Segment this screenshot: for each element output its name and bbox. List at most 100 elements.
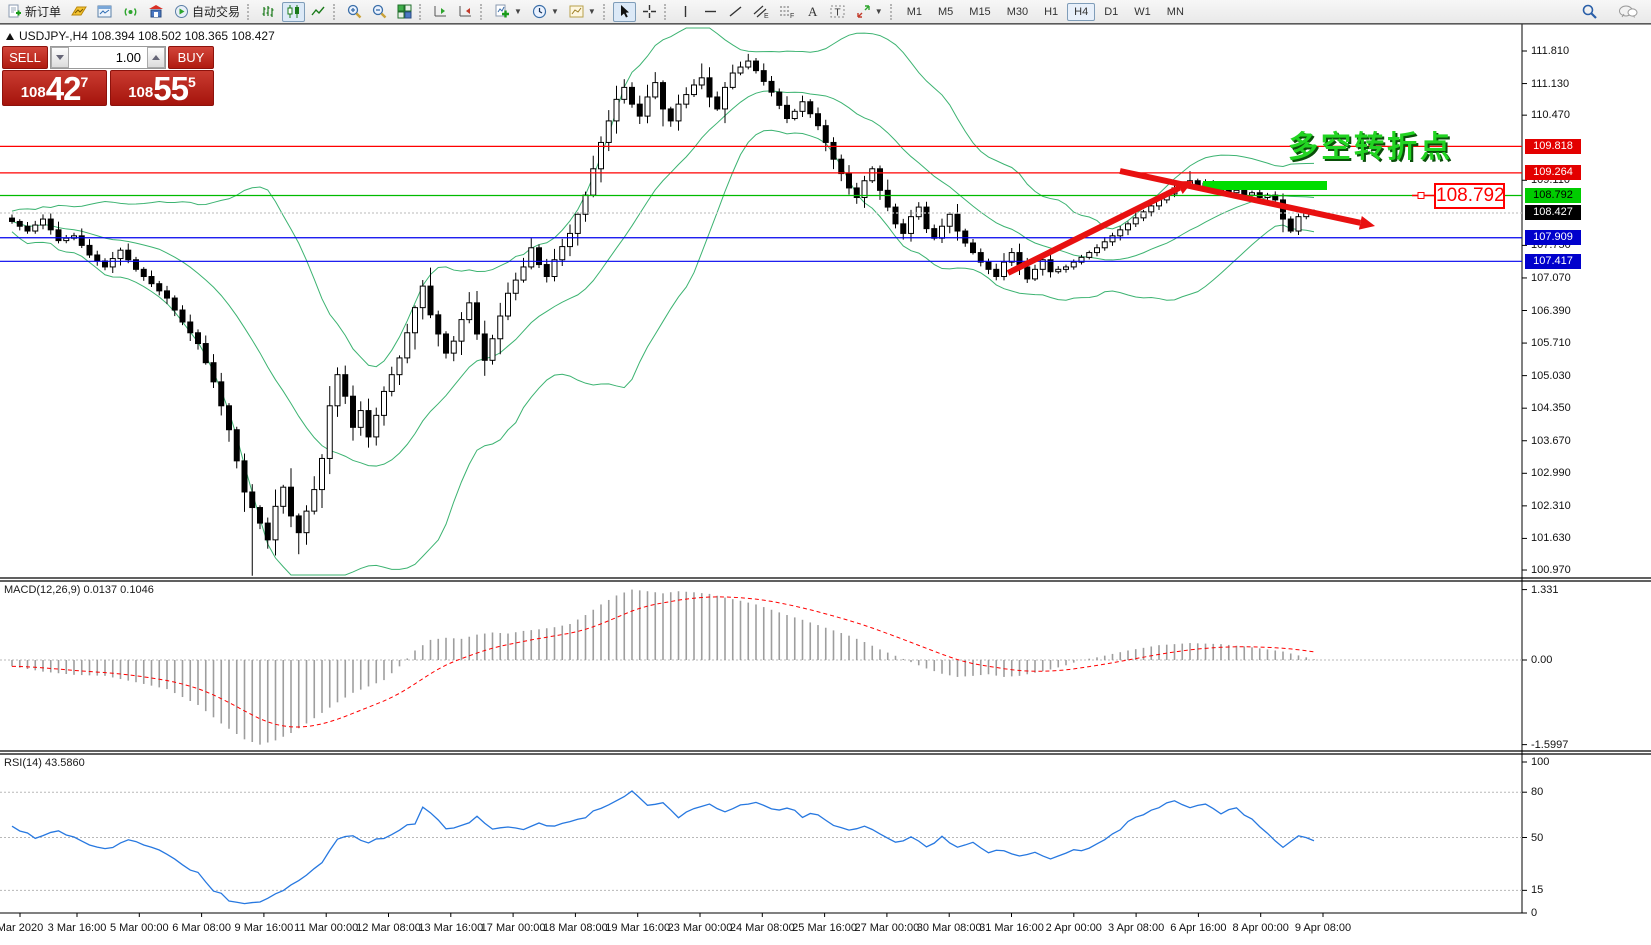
timeframe-d1-button[interactable]: D1: [1097, 3, 1125, 21]
new-order-label: 新订单: [25, 3, 61, 20]
time-tick-label: 27 Mar 00:00: [854, 922, 919, 934]
toolbar-separator: [480, 4, 487, 20]
market-icon: [148, 4, 164, 19]
templates-button[interactable]: ▼: [565, 2, 600, 22]
price-line-badge: 109.818: [1525, 139, 1581, 154]
time-tick-label: 12 Mar 08:00: [356, 922, 421, 934]
vline-icon: [678, 4, 693, 19]
trendline-button[interactable]: [724, 2, 747, 22]
volume-increase-button[interactable]: [147, 47, 165, 68]
fibonacci-button[interactable]: F: [775, 2, 799, 22]
shapes-icon: [856, 4, 871, 19]
toolbar-right: [1576, 2, 1649, 22]
search-button[interactable]: [1577, 2, 1602, 22]
time-tick-label: 23 Mar 00:00: [668, 922, 733, 934]
candlestick-chart-button[interactable]: [282, 2, 305, 22]
mt4-window: 新订单自动交易▼▼▼EFAT▼M1M5M15M30H1H4D1W1MN USDJ…: [0, 0, 1651, 945]
zoom-out-button[interactable]: [368, 2, 391, 22]
volume-input[interactable]: 1.00: [69, 47, 147, 68]
timeframe-m5-button[interactable]: M5: [931, 3, 960, 21]
channel-icon: E: [753, 4, 769, 19]
periods-button[interactable]: ▼: [528, 2, 563, 22]
hline-icon: [703, 4, 718, 19]
sell-price-big: 42: [46, 74, 81, 104]
clock-icon: [532, 4, 547, 19]
toolbar-separator: [664, 4, 671, 20]
timeframe-m30-button[interactable]: M30: [1000, 3, 1035, 21]
time-tick-label: 31 Mar 16:00: [979, 922, 1044, 934]
chart-annotations: [1008, 171, 1434, 273]
chart-shift-button[interactable]: [454, 2, 477, 22]
timeframe-h4-button[interactable]: H4: [1067, 3, 1095, 21]
macd-scale-label: 1.331: [1531, 584, 1559, 596]
auto-scroll-button[interactable]: [429, 2, 452, 22]
equidistant-channel-button[interactable]: E: [749, 2, 773, 22]
indicator-icon: [494, 4, 510, 19]
timeframe-m15-button[interactable]: M15: [962, 3, 997, 21]
time-tick-label: 25 Mar 16:00: [792, 922, 857, 934]
time-tick-label: 30 Mar 08:00: [917, 922, 982, 934]
price-tick-label: 105.030: [1531, 370, 1571, 382]
zoom-in-button[interactable]: [343, 2, 366, 22]
text-button[interactable]: A: [801, 2, 824, 22]
time-axis[interactable]: Mar 20203 Mar 16:005 Mar 00:006 Mar 08:0…: [0, 916, 1522, 942]
toolbar-separator: [419, 4, 426, 20]
autotrade-icon: [174, 4, 189, 19]
candles-icon: [286, 4, 301, 19]
price-line-badge: 109.264: [1525, 165, 1581, 180]
time-tick-label: 18 Mar 08:00: [543, 922, 608, 934]
price-line-badge: 108.792: [1525, 188, 1581, 203]
tile-windows-button[interactable]: [393, 2, 416, 22]
indicators-button[interactable]: ▼: [490, 2, 526, 22]
price-tick-label: 111.810: [1531, 45, 1569, 57]
line-chart-button[interactable]: [307, 2, 330, 22]
sell-price-button[interactable]: 108 42 7: [2, 70, 107, 106]
cursor-button[interactable]: [613, 2, 636, 22]
timeframe-m1-button[interactable]: M1: [900, 3, 929, 21]
svg-text:A: A: [808, 4, 818, 19]
price-tick-label: 104.350: [1531, 402, 1571, 414]
timeframe-mn-button[interactable]: MN: [1160, 3, 1191, 21]
auto-trading-button[interactable]: 自动交易: [170, 2, 244, 22]
signal-icon: [123, 4, 138, 19]
label-icon: T: [830, 4, 846, 19]
buy-price-big: 55: [153, 74, 188, 104]
new-chart-button[interactable]: [67, 2, 91, 22]
toolbar-separator: [890, 4, 897, 20]
bar-chart-button[interactable]: [257, 2, 280, 22]
signals-button[interactable]: [119, 2, 142, 22]
price-tick-label: 107.070: [1531, 272, 1571, 284]
horizontal-line-button[interactable]: [699, 2, 722, 22]
tile-icon: [397, 4, 412, 19]
chat-button[interactable]: [1614, 2, 1642, 22]
sell-price-pip: 7: [80, 74, 88, 104]
arrows-button[interactable]: ▼: [852, 2, 887, 22]
timeframe-h1-button[interactable]: H1: [1037, 3, 1065, 21]
new-order-button[interactable]: 新订单: [3, 2, 65, 22]
buy-button[interactable]: BUY: [168, 46, 214, 69]
triangle-down-icon: [56, 55, 64, 60]
buy-price-pip: 5: [188, 74, 196, 104]
time-tick-label: Mar 2020: [0, 922, 43, 934]
chart-profiles-button[interactable]: [93, 2, 117, 22]
crosshair-button[interactable]: [638, 2, 661, 22]
text-label-button[interactable]: T: [826, 2, 850, 22]
market-button[interactable]: [144, 2, 168, 22]
time-tick-label: 6 Apr 16:00: [1170, 922, 1226, 934]
template-icon: [569, 4, 584, 19]
price-tick-label: 102.990: [1531, 467, 1571, 479]
chevron-down-icon: ▼: [514, 7, 522, 16]
price-tick-label: 101.630: [1531, 532, 1571, 544]
volume-decrease-button[interactable]: [51, 47, 69, 68]
vertical-line-button[interactable]: [674, 2, 697, 22]
rsi-scale-label: 0: [1531, 907, 1537, 919]
buy-price-button[interactable]: 108 55 5: [110, 70, 214, 106]
chart-title-text: USDJPY-,H4 108.394 108.502 108.365 108.4…: [19, 29, 275, 43]
price-axis[interactable]: 109.818109.264108.792108.427107.909107.4…: [1523, 24, 1651, 914]
sell-button[interactable]: SELL: [2, 46, 48, 69]
timeframe-w1-button[interactable]: W1: [1127, 3, 1158, 21]
macd-panel: [0, 590, 1527, 745]
time-tick-label: 19 Mar 16:00: [605, 922, 670, 934]
time-tick-label: 3 Mar 16:00: [48, 922, 107, 934]
price-line-badge: 107.909: [1525, 230, 1581, 245]
